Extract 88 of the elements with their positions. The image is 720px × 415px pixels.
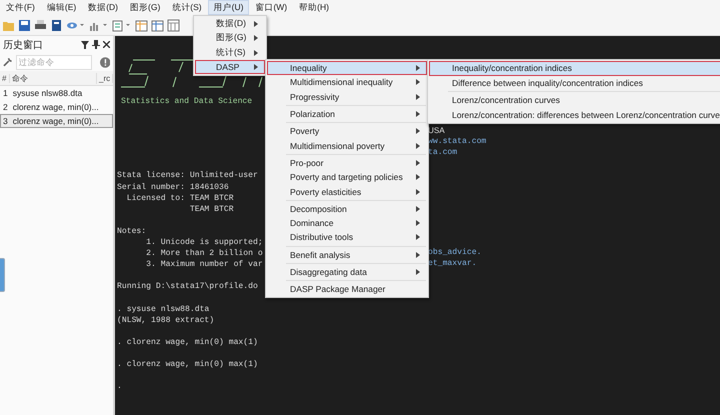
submenu-arrow-icon <box>416 188 420 195</box>
menu-item[interactable]: DASP <box>195 60 265 74</box>
column-header[interactable]: # <box>0 74 10 82</box>
submenu-arrow-icon <box>416 111 420 118</box>
close-icon[interactable] <box>103 41 110 48</box>
console-line: Serial number: 18461036 <box>117 182 229 193</box>
history-row[interactable]: 3 clorenz wage, min(0)... <box>0 114 113 128</box>
console-line: Notes: <box>117 226 146 238</box>
console-line: TEAM BTCR <box>188 204 234 215</box>
history-row[interactable]: 1 sysuse nlsw88.dta <box>0 86 113 100</box>
submenu-arrow-icon <box>416 142 420 149</box>
menu-bar-item[interactable]: 编辑(E) <box>40 0 82 15</box>
submenu-arrow-icon <box>416 160 420 166</box>
column-header[interactable]: 命令 <box>10 72 97 84</box>
pin-icon[interactable] <box>92 40 100 49</box>
submenu-arrow-icon <box>254 35 258 42</box>
console-line: Licensed to: TEAM BTCR <box>126 192 234 204</box>
console-line: 3. Maximum number of var <box>145 259 263 270</box>
console-line: . clorenz wage, min(0) max(1) <box>117 359 258 370</box>
wrench-icon <box>3 57 13 67</box>
console-line: . <box>117 381 122 392</box>
console-link[interactable]: ww.stata.com <box>428 136 486 148</box>
console-subtitle: Statistics and Data Science <box>121 96 252 108</box>
info-icon[interactable] <box>100 56 110 68</box>
menu-item[interactable]: Benefit analysis <box>267 248 427 262</box>
menu-item[interactable]: Disaggregating data <box>267 264 427 280</box>
menu-item[interactable]: Distributive tools <box>267 230 427 245</box>
menu-item[interactable]: DASP Package Manager <box>267 282 427 296</box>
submenu-arrow-icon <box>416 234 420 240</box>
menu-item[interactable]: Dominance <box>267 216 427 230</box>
table-view-icon[interactable] <box>151 18 164 32</box>
console-link[interactable]: obs_advice. <box>428 247 482 258</box>
submenu-arrow-icon <box>416 79 420 86</box>
menu-bar-item[interactable]: 帮助(H) <box>293 0 335 15</box>
panel-title: 历史窗口 <box>3 38 44 52</box>
submenu-arrow-icon <box>416 252 420 258</box>
menu-item[interactable]: Decomposition <box>267 202 427 216</box>
menu-item[interactable]: Lorenz/concentration: differences between Lorenz/concentration curve <box>429 108 720 122</box>
menu-item[interactable]: Progressivity <box>267 90 427 104</box>
console-link[interactable]: ta.com <box>428 147 458 158</box>
column-header[interactable]: _rc <box>97 74 113 82</box>
menu-item[interactable]: Poverty <box>267 124 427 138</box>
menu-bar-item[interactable]: 图形(G) <box>124 0 166 15</box>
filter-icon[interactable] <box>81 40 89 48</box>
submenu-arrow-icon <box>416 206 420 212</box>
book-icon[interactable] <box>50 18 63 32</box>
submenu-arrow-icon <box>416 174 420 180</box>
menu-bar-item[interactable]: 数据(D) <box>82 0 124 15</box>
filter-field[interactable]: 过滤命令 <box>16 54 92 70</box>
menu-bar-item[interactable]: 用户(U) <box>208 0 250 15</box>
submenu-arrow-icon <box>254 64 258 70</box>
menu-item[interactable]: Poverty elasticities <box>267 184 427 199</box>
console-line: Running D:\stata17\profile.do <box>117 281 258 292</box>
print-icon[interactable] <box>34 18 47 32</box>
console-line: 2. More than 2 billion o <box>145 248 263 260</box>
save-icon[interactable] <box>18 18 31 32</box>
console-link[interactable]: et_maxvar. <box>428 258 477 270</box>
menu-bar-item[interactable]: 统计(S) <box>166 0 208 15</box>
menu-item[interactable]: Inequality/concentration indices <box>429 61 720 76</box>
editor-icon[interactable] <box>112 18 132 32</box>
submenu-arrow-icon <box>416 220 420 226</box>
menu-item[interactable]: Lorenz/concentration curves <box>429 93 720 108</box>
console-line: (NLSW, 1988 extract) <box>117 314 214 326</box>
menu-item[interactable]: Inequality <box>267 61 427 76</box>
menu-item[interactable]: Polarization <box>267 106 427 122</box>
menu-item[interactable]: Poverty and targeting policies <box>267 170 427 184</box>
grid-icon[interactable] <box>167 18 180 32</box>
menu-item[interactable]: Pro-poor <box>267 156 427 170</box>
submenu-arrow-icon <box>416 269 420 275</box>
console-line: . clorenz wage, min(0) max(1) <box>117 336 258 348</box>
menu-item[interactable]: 图形(G) <box>195 31 265 46</box>
console-line: Stata license: Unlimited-user <box>117 170 258 182</box>
table-edit-icon[interactable] <box>135 18 148 32</box>
menu-item[interactable]: Difference between inquality/concentration indices <box>429 76 720 90</box>
menu-bar-item[interactable]: 文件(F) <box>0 0 41 15</box>
menu-item[interactable]: Multidimensional inequality <box>267 75 427 90</box>
submenu-arrow-icon <box>254 21 258 28</box>
submenu-arrow-icon <box>254 50 258 56</box>
submenu-arrow-icon <box>416 65 420 72</box>
console-line: 1. Unicode is supported; <box>145 237 263 248</box>
submenu-arrow-icon <box>416 128 420 134</box>
menu-bar-item[interactable]: 窗口(W) <box>249 0 294 15</box>
console-line: . sysuse nlsw88.dta <box>117 304 210 315</box>
submenu-arrow-icon <box>416 94 420 100</box>
history-row[interactable]: 2 clorenz wage, min(0)... <box>0 100 113 114</box>
menu-item[interactable]: 数据(D) <box>195 17 265 32</box>
menu-item[interactable]: Multidimensional poverty <box>267 138 427 153</box>
menu-item[interactable]: 统计(S) <box>195 46 265 60</box>
